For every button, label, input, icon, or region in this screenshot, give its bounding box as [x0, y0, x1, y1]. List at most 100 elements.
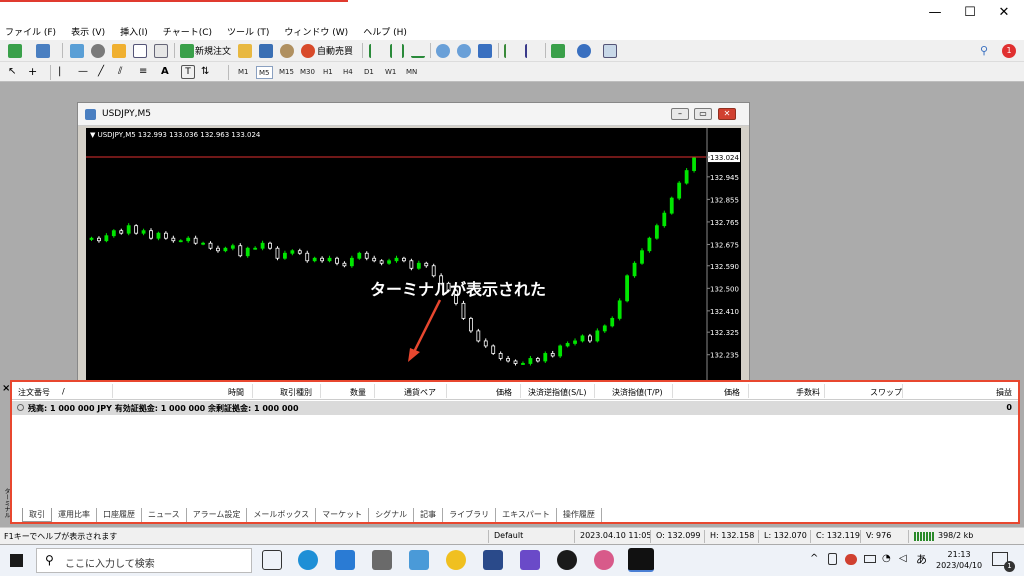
menu-view[interactable]: 表示 (V): [71, 25, 105, 38]
col-sl[interactable]: 決済逆指値(S/L): [528, 387, 586, 398]
cursor-icon[interactable]: ↖: [8, 65, 22, 79]
chart-close-button[interactable]: ✕: [718, 108, 736, 120]
zoom-in-icon[interactable]: [436, 44, 450, 58]
app-icon-2[interactable]: [446, 550, 466, 570]
menu-file[interactable]: ファイル (F): [5, 25, 56, 38]
maximize-button[interactable]: ☐: [955, 6, 985, 22]
signals-icon[interactable]: [280, 44, 294, 58]
timeframe-h1[interactable]: H1: [321, 66, 335, 79]
tab-experts[interactable]: エキスパート: [496, 508, 557, 522]
menu-help[interactable]: ヘルプ (H): [363, 25, 407, 38]
app-icon-1[interactable]: [409, 550, 429, 570]
windows-start-icon[interactable]: [10, 554, 23, 567]
balance-row[interactable]: 残高: 1 000 000 JPY 有効証拠金: 1 000 000 余剰証拠金…: [12, 401, 1018, 415]
search-icon[interactable]: ⚲: [980, 44, 994, 58]
timeframe-w1[interactable]: W1: [383, 66, 398, 79]
tray-chevron-icon[interactable]: ^: [810, 553, 818, 564]
menu-tools[interactable]: ツール (T): [227, 25, 269, 38]
timeframe-h4[interactable]: H4: [341, 66, 355, 79]
menu-window[interactable]: ウィンドウ (W): [284, 25, 348, 38]
tray-security-icon[interactable]: [845, 554, 857, 565]
metaeditor-icon[interactable]: [238, 44, 252, 58]
col-price2[interactable]: 価格: [724, 387, 740, 398]
community-icon[interactable]: [259, 44, 273, 58]
col-order[interactable]: 注文番号: [18, 387, 50, 398]
calculator-icon[interactable]: [372, 550, 392, 570]
col-price[interactable]: 価格: [496, 387, 512, 398]
col-volume[interactable]: 数量: [350, 387, 366, 398]
tab-mailbox[interactable]: メールボックス: [247, 508, 317, 522]
minimize-button[interactable]: —: [920, 6, 950, 22]
col-sort[interactable]: /: [62, 387, 65, 396]
col-profit[interactable]: 損益: [996, 387, 1012, 398]
auto-trade-button[interactable]: 自動売買: [317, 44, 353, 57]
market-watch-icon[interactable]: [70, 44, 84, 58]
tab-library[interactable]: ライブラリ: [443, 508, 497, 522]
auto-trade-icon[interactable]: [301, 44, 315, 58]
zoom-out-icon[interactable]: [457, 44, 471, 58]
periods-icon[interactable]: [577, 44, 591, 58]
app-icon-6[interactable]: [594, 550, 614, 570]
col-tp[interactable]: 決済指値(T/P): [612, 387, 663, 398]
arrows-icon[interactable]: ⇅: [201, 65, 215, 79]
timeframe-m15[interactable]: M15: [277, 66, 296, 79]
channel-icon[interactable]: ⫽: [118, 65, 132, 79]
text-label-icon[interactable]: T: [181, 65, 195, 79]
trendline-icon[interactable]: ╱: [98, 65, 112, 79]
tray-meet-icon[interactable]: [828, 553, 837, 565]
navigator-icon[interactable]: [112, 44, 126, 58]
tray-ime[interactable]: あ: [916, 551, 927, 567]
new-order-icon[interactable]: [180, 44, 194, 58]
new-order-button[interactable]: 新規注文: [195, 44, 231, 57]
candle-chart-icon[interactable]: [390, 44, 404, 58]
tab-market[interactable]: マーケット: [316, 508, 370, 522]
horizontal-line-icon[interactable]: —: [78, 65, 92, 79]
chart-maximize-button[interactable]: ▭: [694, 108, 712, 120]
taskbar-search[interactable]: ⚲ ここに入力して検索: [36, 548, 252, 573]
tray-volume-icon[interactable]: ◁: [899, 553, 907, 564]
col-type[interactable]: 取引種別: [280, 387, 312, 398]
menu-chart[interactable]: チャート(C): [163, 25, 212, 38]
timeframe-m5[interactable]: M5: [256, 66, 273, 79]
timeframe-m1[interactable]: M1: [236, 66, 251, 79]
chart-window-titlebar[interactable]: USDJPY,M5 – ▭ ✕: [78, 103, 749, 126]
templates-icon[interactable]: [603, 44, 617, 58]
vertical-line-icon[interactable]: |: [58, 65, 72, 79]
tab-history[interactable]: 口座履歴: [97, 508, 142, 522]
tab-news[interactable]: ニュース: [142, 508, 187, 522]
task-view-icon[interactable]: [262, 550, 282, 570]
tab-exposure[interactable]: 運用比率: [52, 508, 97, 522]
timeframe-mn[interactable]: MN: [404, 66, 419, 79]
tab-articles[interactable]: 記事: [414, 508, 444, 522]
col-symbol[interactable]: 通貨ペア: [404, 387, 436, 398]
timeframe-d1[interactable]: D1: [362, 66, 376, 79]
col-swap[interactable]: スワップ: [870, 387, 902, 398]
crosshair-icon[interactable]: +: [28, 65, 42, 79]
app-icon-5[interactable]: [557, 550, 577, 570]
tray-battery-icon[interactable]: [864, 555, 876, 563]
close-button[interactable]: ✕: [989, 6, 1019, 22]
edge-icon[interactable]: [298, 550, 318, 570]
notification-icon[interactable]: 1: [1002, 44, 1016, 58]
xm-mt4-taskbar-icon[interactable]: [628, 548, 654, 572]
connection-bars-icon[interactable]: [914, 532, 934, 541]
autoscroll-icon[interactable]: [504, 44, 518, 58]
data-window-icon[interactable]: [91, 44, 105, 58]
tester-icon[interactable]: [154, 44, 168, 58]
tab-trade[interactable]: 取引: [22, 508, 52, 522]
timeframe-m30[interactable]: M30: [298, 66, 317, 79]
line-chart-icon[interactable]: [411, 44, 425, 58]
chart-shift-icon[interactable]: [525, 44, 539, 58]
terminal-icon[interactable]: [133, 44, 147, 58]
bar-chart-icon[interactable]: [369, 44, 383, 58]
tab-alerts[interactable]: アラーム設定: [187, 508, 248, 522]
tab-journal[interactable]: 操作履歴: [557, 508, 602, 522]
col-commission[interactable]: 手数料: [796, 387, 820, 398]
menu-insert[interactable]: 挿入(I): [120, 25, 148, 38]
calendar-icon[interactable]: [335, 550, 355, 570]
chart-minimize-button[interactable]: –: [671, 108, 689, 120]
new-chart-icon[interactable]: [8, 44, 22, 58]
fibonacci-icon[interactable]: ≡: [139, 65, 153, 79]
app-icon-3[interactable]: [483, 550, 503, 570]
profiles-icon[interactable]: [36, 44, 50, 58]
